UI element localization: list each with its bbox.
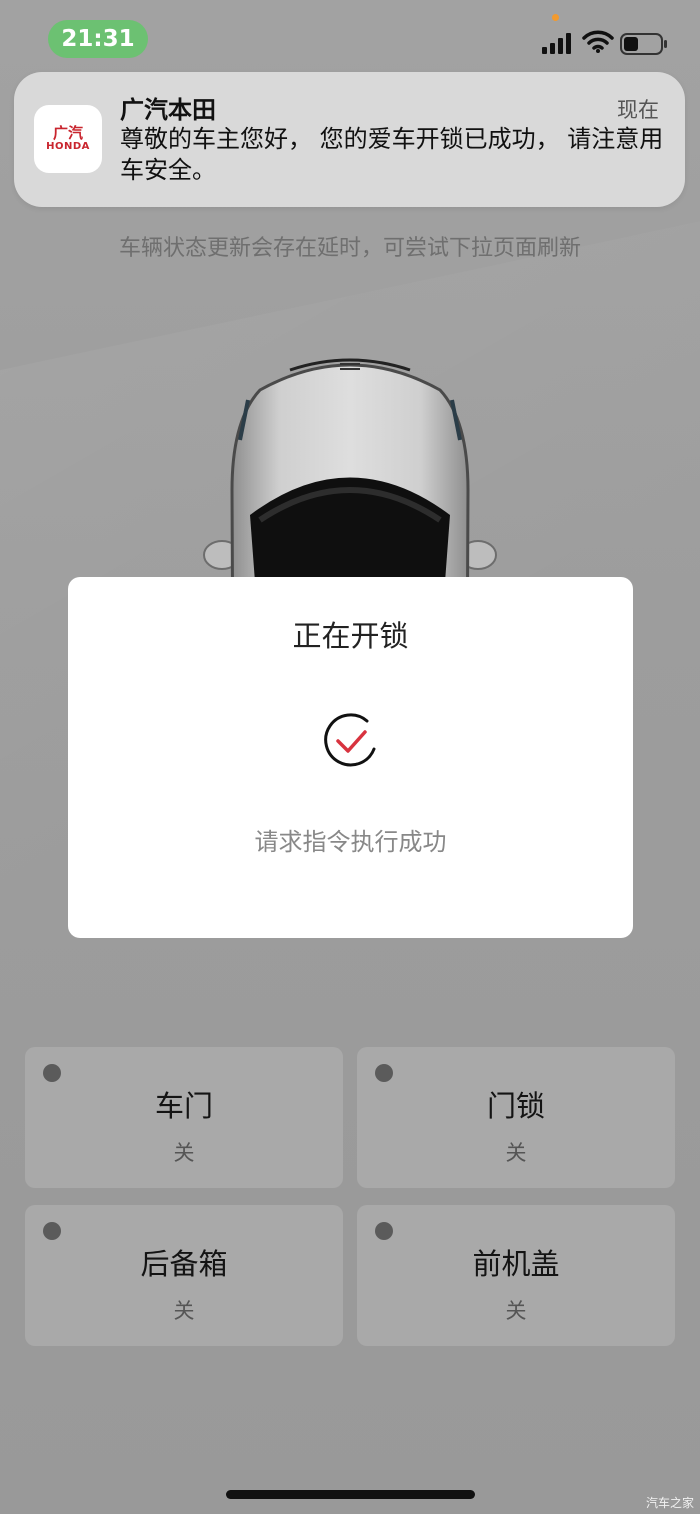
dialog-title: 正在开锁 <box>292 619 409 653</box>
tile-label: 后备箱 <box>140 1247 228 1281</box>
tile-state: 关 <box>173 1141 195 1165</box>
status-time[interactable]: 21:31 <box>48 20 148 58</box>
status-tile-lock[interactable]: 门锁 关 <box>357 1047 675 1188</box>
unlock-status-dialog: 正在开锁 请求指令执行成功 <box>68 577 633 938</box>
honda-logo-icon: 广汽 HONDA <box>34 105 102 173</box>
status-dot <box>43 1222 61 1240</box>
home-indicator[interactable] <box>226 1490 475 1499</box>
refresh-hint: 车辆状态更新会存在延时，可尝试下拉页面刷新 <box>118 236 581 261</box>
status-tile-trunk[interactable]: 后备箱 关 <box>25 1205 343 1346</box>
watermark: 汽车之家 <box>645 1496 694 1510</box>
push-notification-banner[interactable]: 广汽 HONDA 广汽本田 现在 尊敬的车主您好， 您的爱车开锁已成功， 请注意… <box>14 72 685 207</box>
status-tile-door[interactable]: 车门 关 <box>25 1047 343 1188</box>
status-dot <box>375 1064 393 1082</box>
status-tile-hood[interactable]: 前机盖 关 <box>357 1205 675 1346</box>
battery-icon <box>620 33 667 55</box>
signal-bars-icon <box>542 33 571 54</box>
tile-label: 门锁 <box>486 1089 545 1123</box>
notification-message: 尊敬的车主您好， 您的爱车开锁已成功， 请注意用车安全。 <box>120 125 664 184</box>
tile-label: 前机盖 <box>472 1247 560 1281</box>
tile-state: 关 <box>505 1141 527 1165</box>
tile-state: 关 <box>505 1299 527 1323</box>
dialog-message: 请求指令执行成功 <box>254 828 447 856</box>
success-check-icon <box>324 713 376 767</box>
wifi-icon <box>582 30 614 53</box>
privacy-indicator-dot <box>552 14 559 21</box>
status-dot <box>375 1222 393 1240</box>
notification-app-name: 广汽本田 <box>120 96 216 124</box>
notification-time: 现在 <box>617 98 659 122</box>
status-dot <box>43 1064 61 1082</box>
tile-state: 关 <box>173 1299 195 1323</box>
tile-label: 车门 <box>154 1089 213 1123</box>
